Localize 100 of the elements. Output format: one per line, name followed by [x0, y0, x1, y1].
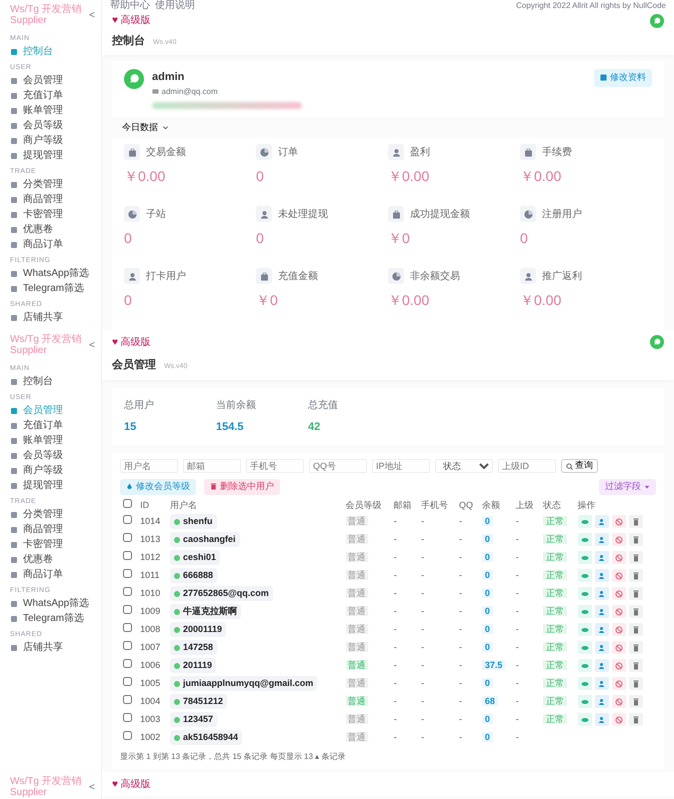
checkbox[interactable] [123, 676, 132, 686]
sidebar-item[interactable]: 卡密管理 [10, 207, 95, 222]
sidebar-item[interactable]: 会员等级 [10, 448, 95, 463]
view-button[interactable] [578, 569, 592, 582]
sidebar-item[interactable]: 账单管理 [10, 433, 95, 448]
filter-field[interactable]: IP地址 [372, 459, 430, 473]
checkbox[interactable] [123, 498, 132, 508]
range-dropdown[interactable]: 今日数据 [122, 120, 169, 134]
user-button[interactable] [594, 515, 609, 528]
filter-field[interactable]: 邮箱 [183, 459, 241, 473]
ban-button[interactable] [612, 515, 626, 528]
delete-button[interactable] [628, 515, 643, 528]
view-button[interactable] [578, 587, 592, 600]
checkbox[interactable] [123, 712, 132, 722]
search-button[interactable]: 查询 [561, 459, 598, 473]
sidebar-item[interactable]: 商品订单 [10, 237, 95, 252]
checkbox[interactable] [123, 694, 132, 704]
sidebar-item[interactable]: 卡密管理 [10, 537, 95, 552]
sidebar-item[interactable]: 商品管理 [10, 522, 95, 537]
checkbox[interactable] [123, 514, 132, 524]
delete-button[interactable] [628, 533, 643, 546]
sidebar-item[interactable]: 分类管理 [10, 507, 95, 522]
filter-field[interactable]: 用户名 [120, 459, 178, 473]
checkbox[interactable] [123, 730, 132, 740]
delete-button[interactable] [628, 623, 643, 636]
column-filter-dropdown[interactable]: 过滤字段 [599, 479, 656, 494]
view-button[interactable] [578, 605, 592, 618]
collapse-button[interactable]: < [89, 8, 95, 22]
sidebar-item[interactable]: 充值订单 [10, 88, 95, 103]
sidebar-item[interactable]: 店铺共享 [10, 310, 95, 325]
sidebar-item[interactable]: 账单管理 [10, 103, 95, 118]
checkbox[interactable] [123, 622, 132, 632]
filter-field[interactable]: 上级ID [498, 459, 556, 473]
user-button[interactable] [594, 551, 609, 564]
ban-button[interactable] [612, 569, 626, 582]
sidebar-item[interactable]: 商户等级 [10, 133, 95, 148]
chat-icon[interactable] [650, 14, 664, 28]
delete-button[interactable] [628, 551, 643, 564]
view-button[interactable] [578, 533, 592, 546]
delete-button[interactable] [628, 641, 643, 654]
user-button[interactable] [594, 641, 609, 654]
sidebar-item[interactable]: 提现管理 [10, 148, 95, 163]
sidebar-item[interactable]: WhatsApp筛选 [10, 266, 95, 281]
checkbox[interactable] [123, 550, 132, 560]
sidebar-item[interactable]: 优惠卷 [10, 222, 95, 237]
sidebar-item[interactable]: 商品订单 [10, 567, 95, 582]
ban-button[interactable] [612, 533, 626, 546]
user-button[interactable] [594, 695, 609, 708]
collapse-button[interactable]: < [89, 338, 95, 352]
sidebar-item[interactable]: 会员管理 [10, 73, 95, 88]
sidebar-item[interactable]: 控制台 [10, 374, 95, 389]
view-button[interactable] [578, 659, 592, 672]
sidebar-item[interactable]: 分类管理 [10, 177, 95, 192]
footer-link[interactable]: 使用说明 [155, 0, 195, 12]
chat-icon[interactable] [650, 335, 664, 349]
sidebar-item[interactable]: 会员等级 [10, 118, 95, 133]
ban-button[interactable] [612, 695, 626, 708]
checkbox[interactable] [123, 604, 132, 614]
user-button[interactable] [594, 605, 609, 618]
user-button[interactable] [594, 659, 609, 672]
delete-button[interactable] [628, 695, 643, 708]
view-button[interactable] [578, 677, 592, 690]
checkbox[interactable] [123, 532, 132, 542]
filter-field[interactable]: QQ号 [309, 459, 367, 473]
sidebar-item[interactable]: Telegram筛选 [10, 611, 95, 626]
delete-button[interactable] [628, 605, 643, 618]
checkbox[interactable] [123, 658, 132, 668]
ban-button[interactable] [612, 551, 626, 564]
view-button[interactable] [578, 623, 592, 636]
user-button[interactable] [594, 569, 609, 582]
view-button[interactable] [578, 515, 592, 528]
delete-button[interactable] [628, 659, 643, 672]
view-button[interactable] [578, 641, 592, 654]
user-button[interactable] [594, 623, 609, 636]
ban-button[interactable] [612, 659, 626, 672]
user-button[interactable] [594, 533, 609, 546]
delete-button[interactable] [628, 569, 643, 582]
sidebar-item[interactable]: 充值订单 [10, 418, 95, 433]
view-button[interactable] [578, 551, 592, 564]
checkbox[interactable] [123, 568, 132, 578]
sidebar-item[interactable]: 商户等级 [10, 463, 95, 478]
ban-button[interactable] [612, 623, 626, 636]
collapse-button[interactable]: < [89, 780, 95, 794]
action-button[interactable]: 删除选中用户 [204, 479, 280, 494]
checkbox[interactable] [123, 586, 132, 596]
sidebar-item[interactable]: 商品管理 [10, 192, 95, 207]
ban-button[interactable] [612, 713, 626, 726]
ban-button[interactable] [612, 587, 626, 600]
delete-button[interactable] [628, 713, 643, 726]
delete-button[interactable] [628, 677, 643, 690]
user-button[interactable] [594, 587, 609, 600]
ban-button[interactable] [612, 677, 626, 690]
sidebar-item[interactable]: WhatsApp筛选 [10, 596, 95, 611]
sidebar-item[interactable]: 优惠卷 [10, 552, 95, 567]
checkbox[interactable] [123, 640, 132, 650]
user-button[interactable] [594, 713, 609, 726]
filter-field[interactable]: 手机号 [246, 459, 304, 473]
ban-button[interactable] [612, 641, 626, 654]
view-button[interactable] [578, 713, 592, 726]
sidebar-item[interactable]: Telegram筛选 [10, 281, 95, 296]
